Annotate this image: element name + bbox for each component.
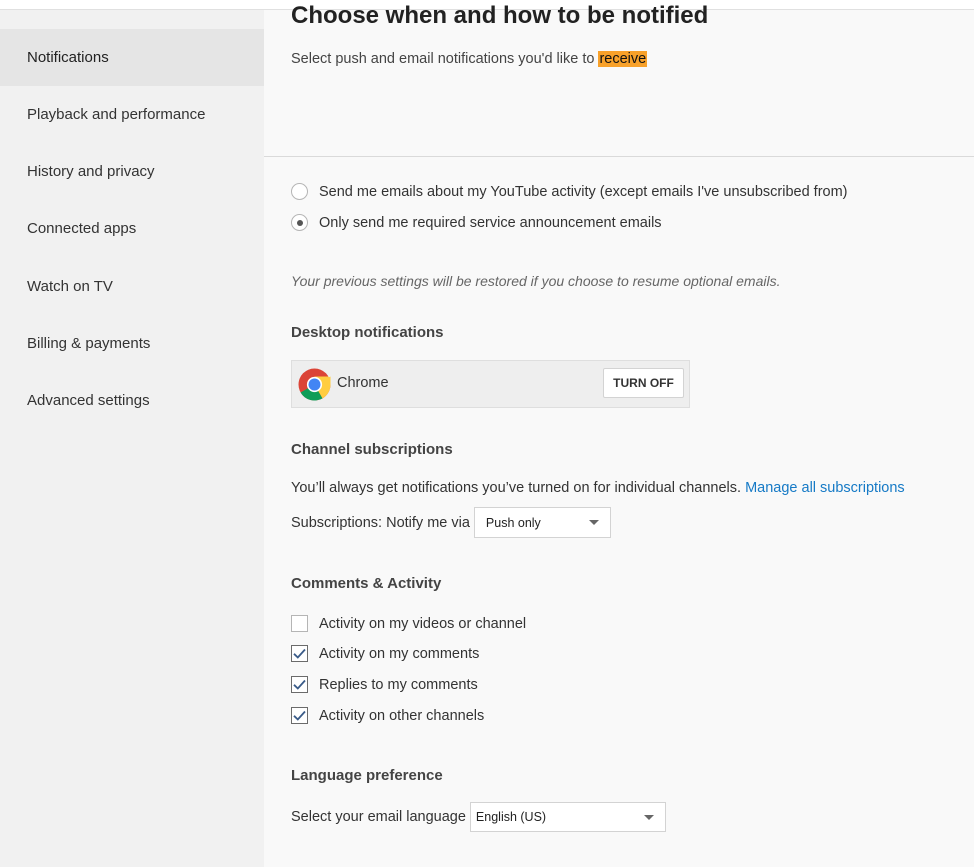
checkbox-checked[interactable] bbox=[291, 645, 308, 662]
manage-subscriptions-link[interactable]: Manage all subscriptions bbox=[745, 480, 905, 496]
sidebar-item-label: Playback and performance bbox=[27, 106, 206, 123]
subtitle-text: Select push and email notifications you'… bbox=[291, 51, 599, 67]
settings-main: Choose when and how to be notified Selec… bbox=[264, 0, 974, 867]
section-divider bbox=[264, 156, 974, 157]
sidebar-item-advanced[interactable]: Advanced settings bbox=[0, 372, 264, 429]
notify-via-label: Subscriptions: Notify me via bbox=[291, 514, 470, 531]
email-language-row: Select your email language English (US) bbox=[291, 802, 666, 832]
sidebar-item-label: Watch on TV bbox=[27, 278, 113, 295]
desktop-notification-browser-row: Chrome TURN OFF bbox=[291, 360, 690, 408]
subscriptions-notify-row: Subscriptions: Notify me via Push only bbox=[291, 507, 611, 538]
checkbox-row-replies[interactable]: Replies to my comments bbox=[291, 676, 478, 693]
checkmark-icon bbox=[293, 679, 306, 690]
email-language-select[interactable]: English (US) bbox=[469, 802, 666, 832]
search-highlight: receive bbox=[598, 51, 648, 67]
checkmark-icon bbox=[293, 710, 306, 721]
sidebar-item-label: Billing & payments bbox=[27, 335, 151, 352]
checkbox-label: Activity on other channels bbox=[319, 707, 485, 724]
radio-button[interactable] bbox=[291, 183, 308, 200]
sidebar-item-label: Notifications bbox=[27, 49, 109, 66]
email-option-required-only[interactable]: Only send me required service announceme… bbox=[291, 214, 662, 231]
email-language-value: English (US) bbox=[475, 810, 547, 824]
language-preference-heading: Language preference bbox=[291, 767, 443, 784]
sidebar-item-history-privacy[interactable]: History and privacy bbox=[0, 143, 264, 200]
radio-label: Send me emails about my YouTube activity… bbox=[319, 183, 848, 200]
radio-label: Only send me required service announceme… bbox=[319, 214, 662, 231]
sidebar-item-playback[interactable]: Playback and performance bbox=[0, 86, 264, 143]
channel-description-text: You’ll always get notifications you’ve t… bbox=[291, 480, 742, 496]
channel-subscriptions-heading: Channel subscriptions bbox=[291, 441, 453, 458]
page-title: Choose when and how to be notified bbox=[291, 2, 709, 29]
checkmark-icon bbox=[293, 648, 306, 659]
email-restore-note: Your previous settings will be restored … bbox=[291, 273, 781, 289]
notify-via-value: Push only bbox=[485, 515, 541, 530]
email-language-label: Select your email language bbox=[291, 809, 466, 825]
checkbox-row-activity-comments[interactable]: Activity on my comments bbox=[291, 645, 479, 662]
checkbox-label: Replies to my comments bbox=[319, 676, 478, 693]
radio-button-selected[interactable] bbox=[291, 214, 308, 231]
browser-name: Chrome bbox=[337, 375, 389, 391]
checkbox-unchecked[interactable] bbox=[291, 615, 308, 632]
turn-off-button[interactable]: TURN OFF bbox=[603, 368, 684, 398]
comments-activity-heading: Comments & Activity bbox=[291, 575, 442, 592]
sidebar-item-label: Connected apps bbox=[27, 220, 137, 237]
settings-sidebar: Notifications Playback and performance H… bbox=[0, 10, 264, 867]
dropdown-arrow-icon bbox=[588, 520, 599, 525]
checkbox-checked[interactable] bbox=[291, 707, 308, 724]
channel-subscriptions-description: You’ll always get notifications you’ve t… bbox=[291, 480, 905, 496]
desktop-notifications-heading: Desktop notifications bbox=[291, 324, 444, 341]
checkbox-row-other-channels[interactable]: Activity on other channels bbox=[291, 707, 484, 724]
sidebar-item-label: Advanced settings bbox=[27, 392, 150, 409]
sidebar-item-watch-on-tv[interactable]: Watch on TV bbox=[0, 258, 264, 315]
sidebar-item-connected-apps[interactable]: Connected apps bbox=[0, 200, 264, 257]
checkbox-label: Activity on my videos or channel bbox=[319, 615, 527, 632]
sidebar-item-notifications[interactable]: Notifications bbox=[0, 29, 264, 86]
dropdown-arrow-icon bbox=[643, 814, 654, 820]
sidebar-item-label: History and privacy bbox=[27, 163, 155, 180]
notify-via-select[interactable]: Push only bbox=[473, 507, 611, 538]
chrome-logo-icon bbox=[298, 368, 331, 401]
checkbox-label: Activity on my comments bbox=[319, 645, 480, 662]
checkbox-row-activity-videos[interactable]: Activity on my videos or channel bbox=[291, 615, 526, 632]
email-option-activity[interactable]: Send me emails about my YouTube activity… bbox=[291, 183, 848, 200]
checkbox-checked[interactable] bbox=[291, 676, 308, 693]
sidebar-item-billing[interactable]: Billing & payments bbox=[0, 315, 264, 372]
page-subtitle: Select push and email notifications you'… bbox=[291, 51, 648, 67]
